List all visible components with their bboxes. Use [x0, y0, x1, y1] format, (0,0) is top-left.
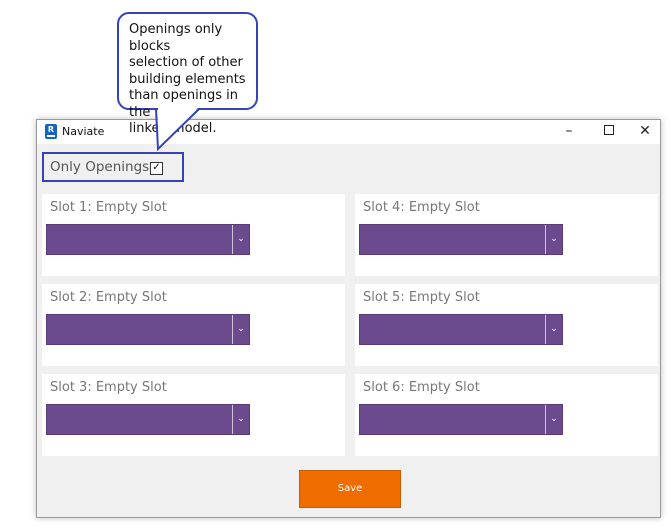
app-logo-icon: R [45, 124, 57, 139]
slot-panel-1: Slot 1: Empty Slot ⌄ [42, 194, 345, 276]
callout-line: selection of other [129, 55, 243, 70]
only-openings-group: Only Openings: ✓ [42, 152, 184, 182]
slot-panel-5: Slot 5: Empty Slot ⌄ [355, 284, 658, 366]
chevron-down-icon[interactable]: ⌄ [545, 225, 562, 254]
slot-label: Slot 1: Empty Slot [50, 200, 167, 215]
callout-line: Openings only blocks [129, 22, 223, 54]
slot-2-dropdown[interactable]: ⌄ [46, 314, 250, 345]
slot-6-dropdown[interactable]: ⌄ [359, 404, 563, 435]
slot-4-dropdown[interactable]: ⌄ [359, 224, 563, 255]
callout-line: building elements [129, 71, 246, 87]
save-button[interactable]: Save [299, 470, 401, 508]
app-window: R Naviate – ✕ Only Openings: ✓ Slot 1: E… [36, 119, 661, 518]
slot-label: Slot 2: Empty Slot [50, 290, 167, 305]
minimize-button[interactable]: – [549, 120, 589, 144]
chevron-down-icon[interactable]: ⌄ [232, 405, 249, 434]
slot-panel-6: Slot 6: Empty Slot ⌄ [355, 374, 658, 456]
tooltip-callout: Openings only blocks selection of other … [117, 12, 258, 136]
slot-5-dropdown[interactable]: ⌄ [359, 314, 563, 345]
maximize-icon [604, 125, 614, 135]
slot-panel-2: Slot 2: Empty Slot ⌄ [42, 284, 345, 366]
slot-label: Slot 4: Empty Slot [363, 200, 480, 215]
chevron-down-icon[interactable]: ⌄ [232, 225, 249, 254]
slot-panel-3: Slot 3: Empty Slot ⌄ [42, 374, 345, 456]
only-openings-checkbox[interactable]: ✓ [150, 162, 163, 175]
slot-panel-4: Slot 4: Empty Slot ⌄ [355, 194, 658, 276]
chevron-down-icon[interactable]: ⌄ [545, 405, 562, 434]
close-button[interactable]: ✕ [625, 120, 665, 144]
only-openings-label: Only Openings: [50, 159, 154, 175]
callout-line: than openings in the [129, 88, 238, 120]
callout-line: linked model. [129, 121, 217, 136]
slot-1-dropdown[interactable]: ⌄ [46, 224, 250, 255]
slot-3-dropdown[interactable]: ⌄ [46, 404, 250, 435]
chevron-down-icon[interactable]: ⌄ [545, 315, 562, 344]
window-title: Naviate [62, 125, 105, 138]
chevron-down-icon[interactable]: ⌄ [232, 315, 249, 344]
maximize-button[interactable] [589, 120, 629, 144]
slot-label: Slot 3: Empty Slot [50, 380, 167, 395]
slot-label: Slot 5: Empty Slot [363, 290, 480, 305]
slot-label: Slot 6: Empty Slot [363, 380, 480, 395]
